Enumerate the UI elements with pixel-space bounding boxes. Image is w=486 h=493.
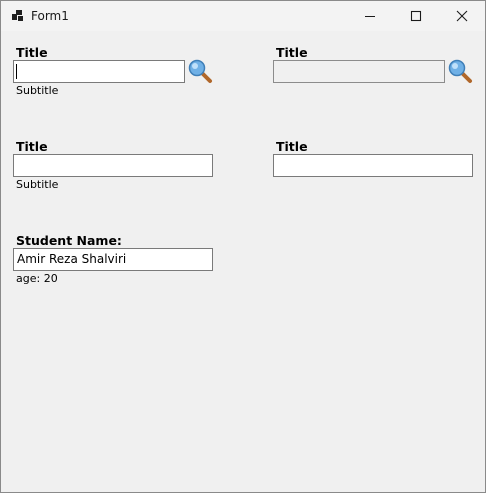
magnifier-icon[interactable] <box>187 58 213 84</box>
field-title-4: Title <box>276 139 308 154</box>
field-title-2: Title <box>276 45 308 60</box>
maximize-icon <box>410 10 422 22</box>
text-input-2[interactable] <box>273 60 445 83</box>
field-subtitle-3: Subtitle <box>16 178 59 191</box>
text-input-3[interactable] <box>13 154 213 177</box>
magnifier-icon[interactable] <box>447 58 473 84</box>
field-title-3: Title <box>16 139 48 154</box>
minimize-icon <box>365 16 375 17</box>
text-input-4[interactable] <box>273 154 473 177</box>
student-name-value: Amir Reza Shalviri <box>17 252 127 266</box>
form-window: Form1 Title Subtitle Title Title Subtitl… <box>0 0 486 493</box>
field-subtitle-1: Subtitle <box>16 84 59 97</box>
student-name-label: Student Name: <box>16 233 122 248</box>
window-title: Form1 <box>31 9 69 23</box>
text-caret <box>16 64 17 79</box>
student-age-label: age: 20 <box>16 272 58 285</box>
minimize-button[interactable] <box>347 1 393 31</box>
app-icon[interactable] <box>12 10 24 21</box>
field-title-1: Title <box>16 45 48 60</box>
close-button[interactable] <box>439 1 485 31</box>
maximize-button[interactable] <box>393 1 439 31</box>
student-name-input[interactable]: Amir Reza Shalviri <box>13 248 213 271</box>
title-bar[interactable]: Form1 <box>1 1 485 31</box>
text-input-1[interactable] <box>13 60 185 83</box>
close-icon <box>456 10 468 22</box>
